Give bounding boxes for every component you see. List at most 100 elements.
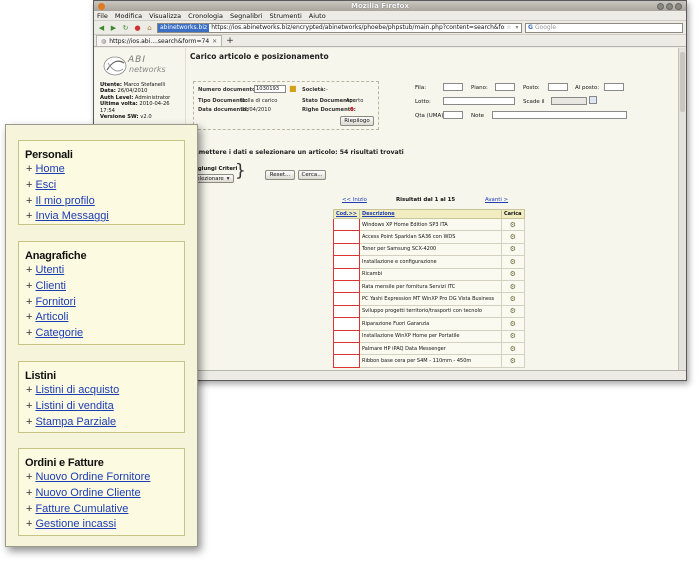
cod-header[interactable]: Cod.>> bbox=[333, 209, 360, 219]
scade-input[interactable] bbox=[551, 97, 587, 105]
url-text[interactable]: https://ios.abinetworks.biz/encrypted/ab… bbox=[209, 24, 505, 31]
menu-link[interactable]: Categorie bbox=[35, 327, 83, 339]
carica-icon[interactable]: ⚙ bbox=[510, 245, 516, 253]
cod-cell[interactable] bbox=[333, 279, 360, 294]
pager-first-link[interactable]: << Inizio bbox=[342, 197, 367, 203]
cod-cell[interactable] bbox=[333, 267, 360, 281]
carica-icon[interactable]: ⚙ bbox=[510, 345, 516, 353]
descrizione-cell[interactable]: Toner per Samsung SCX-4200 bbox=[358, 242, 502, 257]
numero-documento-field[interactable]: 1030193 bbox=[254, 85, 286, 93]
carica-icon[interactable]: ⚙ bbox=[510, 258, 516, 266]
carica-icon[interactable]: ⚙ bbox=[510, 233, 516, 241]
pager-next-link[interactable]: Avanti > bbox=[485, 197, 508, 203]
descrizione-cell[interactable]: Installazione WinXP Home per Portatile bbox=[358, 329, 502, 343]
descrizione-cell[interactable]: Riparazione Fuori Garanzia bbox=[358, 317, 502, 331]
calendar-icon[interactable] bbox=[589, 96, 597, 104]
carica-cell[interactable]: ⚙ bbox=[500, 217, 525, 232]
riepilogo-button[interactable]: Riepilogo bbox=[340, 116, 374, 126]
menu-item-utenti[interactable]: + Utenti bbox=[26, 263, 184, 279]
menu-item-messaggi[interactable]: + Invia Messaggi bbox=[26, 209, 184, 225]
menu-link[interactable]: Stampa Parziale bbox=[35, 416, 116, 428]
menu-link[interactable]: Fatture Cumulative bbox=[35, 503, 128, 515]
menu-strumenti[interactable]: Strumenti bbox=[270, 12, 302, 20]
posto-input[interactable] bbox=[548, 83, 568, 91]
menu-link[interactable]: Nuovo Ordine Fornitore bbox=[35, 471, 150, 483]
menu-item-esci[interactable]: + Esci bbox=[26, 178, 184, 194]
menu-item-ordine-fornitore[interactable]: + Nuovo Ordine Fornitore bbox=[26, 470, 184, 486]
menu-item-listini-acquisto[interactable]: + Listini di acquisto bbox=[26, 383, 184, 399]
carica-icon[interactable]: ⚙ bbox=[510, 295, 516, 303]
google-icon[interactable]: G bbox=[526, 24, 535, 31]
menu-link[interactable]: Invia Messaggi bbox=[35, 210, 108, 222]
carica-cell[interactable]: ⚙ bbox=[500, 242, 525, 257]
search-box[interactable]: G Google bbox=[525, 22, 683, 33]
menu-link[interactable]: Esci bbox=[35, 179, 56, 191]
table-row[interactable]: Toner per Samsung SCX-4200 ⚙ bbox=[333, 242, 525, 257]
descrizione-cell[interactable]: Access Point Sparklan SA36 con WDS bbox=[358, 230, 502, 244]
cerca-button[interactable]: Cerca... bbox=[298, 170, 326, 180]
stop-icon[interactable]: ● bbox=[133, 23, 142, 32]
dropdown-arrow-icon[interactable]: ▾ bbox=[513, 24, 521, 31]
carica-cell[interactable]: ⚙ bbox=[500, 304, 525, 319]
menu-link[interactable]: Listini di acquisto bbox=[35, 384, 119, 396]
menu-item-categorie[interactable]: + Categorie bbox=[26, 326, 184, 342]
menu-visualizza[interactable]: Visualizza bbox=[149, 12, 181, 20]
carica-cell[interactable]: ⚙ bbox=[500, 354, 525, 368]
descrizione-cell[interactable]: Windows XP Home Edition SP3 ITA bbox=[358, 217, 502, 232]
forward-icon[interactable]: ▶ bbox=[109, 23, 118, 32]
table-row[interactable]: PC Yashi Expression MT WinXP Pro DG Vist… bbox=[333, 292, 525, 306]
cod-cell[interactable] bbox=[333, 341, 360, 356]
minimize-button[interactable] bbox=[657, 2, 664, 10]
menu-link[interactable]: Home bbox=[35, 163, 64, 175]
carica-cell[interactable]: ⚙ bbox=[500, 255, 525, 269]
menu-cronologia[interactable]: Cronologia bbox=[188, 12, 223, 20]
descrizione-cell[interactable]: Sviluppo progetti territorio/trasporti c… bbox=[358, 304, 502, 319]
carica-icon[interactable]: ⚙ bbox=[510, 332, 516, 340]
carica-cell[interactable]: ⚙ bbox=[500, 230, 525, 244]
table-row[interactable]: Installazione WinXP Home per Portatile ⚙ bbox=[333, 329, 525, 343]
lotto-input[interactable] bbox=[443, 97, 515, 105]
menu-item-listini-vendita[interactable]: + Listini di vendita bbox=[26, 399, 184, 415]
menu-item-ordine-cliente[interactable]: + Nuovo Ordine Cliente bbox=[26, 486, 184, 502]
reset-button[interactable]: Reset... bbox=[265, 170, 295, 180]
home-icon[interactable]: ⌂ bbox=[145, 23, 154, 32]
cod-cell[interactable] bbox=[333, 217, 360, 232]
menu-aiuto[interactable]: Aiuto bbox=[309, 12, 326, 20]
menu-segnalibri[interactable]: Segnalibri bbox=[230, 12, 263, 20]
descrizione-cell[interactable]: Ribbon base cera per S4M - 110mm - 450m bbox=[358, 354, 502, 368]
carica-icon[interactable]: ⚙ bbox=[510, 270, 516, 278]
cod-cell[interactable] bbox=[333, 317, 360, 331]
cod-cell[interactable] bbox=[333, 354, 360, 368]
menu-file[interactable]: File bbox=[97, 12, 108, 20]
table-row[interactable]: Palmare HP iPAQ Data Messenger ⚙ bbox=[333, 341, 525, 356]
carica-cell[interactable]: ⚙ bbox=[500, 292, 525, 306]
table-row[interactable]: Ricambi ⚙ bbox=[333, 267, 525, 281]
descrizione-cell[interactable]: Ricambi bbox=[358, 267, 502, 281]
carica-cell[interactable]: ⚙ bbox=[500, 279, 525, 294]
descrizione-cell[interactable]: Rata mensile per fornitura Servizi ITC bbox=[358, 279, 502, 294]
fila-input[interactable] bbox=[443, 83, 463, 91]
reload-icon[interactable]: ↻ bbox=[121, 23, 130, 32]
menu-item-gestione-incassi[interactable]: + Gestione incassi bbox=[26, 517, 184, 533]
table-row[interactable]: Sviluppo progetti territorio/trasporti c… bbox=[333, 304, 525, 319]
menu-modifica[interactable]: Modifica bbox=[115, 12, 142, 20]
table-row[interactable]: Rata mensile per fornitura Servizi ITC ⚙ bbox=[333, 279, 525, 294]
note-input[interactable] bbox=[492, 111, 627, 119]
descrizione-cell[interactable]: Palmare HP iPAQ Data Messenger bbox=[358, 341, 502, 356]
menu-link[interactable]: Nuovo Ordine Cliente bbox=[35, 487, 140, 499]
maximize-button[interactable] bbox=[666, 2, 673, 10]
descrizione-header[interactable]: Descrizione bbox=[358, 209, 502, 219]
menu-link[interactable]: Listini di vendita bbox=[35, 400, 113, 412]
carica-icon[interactable]: ⚙ bbox=[510, 357, 516, 365]
carica-icon[interactable]: ⚙ bbox=[510, 320, 516, 328]
site-identity[interactable]: abinetworks.biz bbox=[158, 23, 210, 32]
vertical-scrollbar[interactable] bbox=[678, 48, 686, 370]
bookmark-star-icon[interactable]: ☆ bbox=[505, 24, 513, 31]
carica-icon[interactable]: ⚙ bbox=[510, 307, 516, 315]
new-tab-icon[interactable]: + bbox=[226, 37, 234, 46]
table-row[interactable]: Installazione e configurazione ⚙ bbox=[333, 255, 525, 269]
cod-cell[interactable] bbox=[333, 230, 360, 244]
menu-link[interactable]: Articoli bbox=[35, 311, 68, 323]
carica-icon[interactable]: ⚙ bbox=[510, 221, 516, 229]
table-row[interactable]: Access Point Sparklan SA36 con WDS ⚙ bbox=[333, 230, 525, 244]
